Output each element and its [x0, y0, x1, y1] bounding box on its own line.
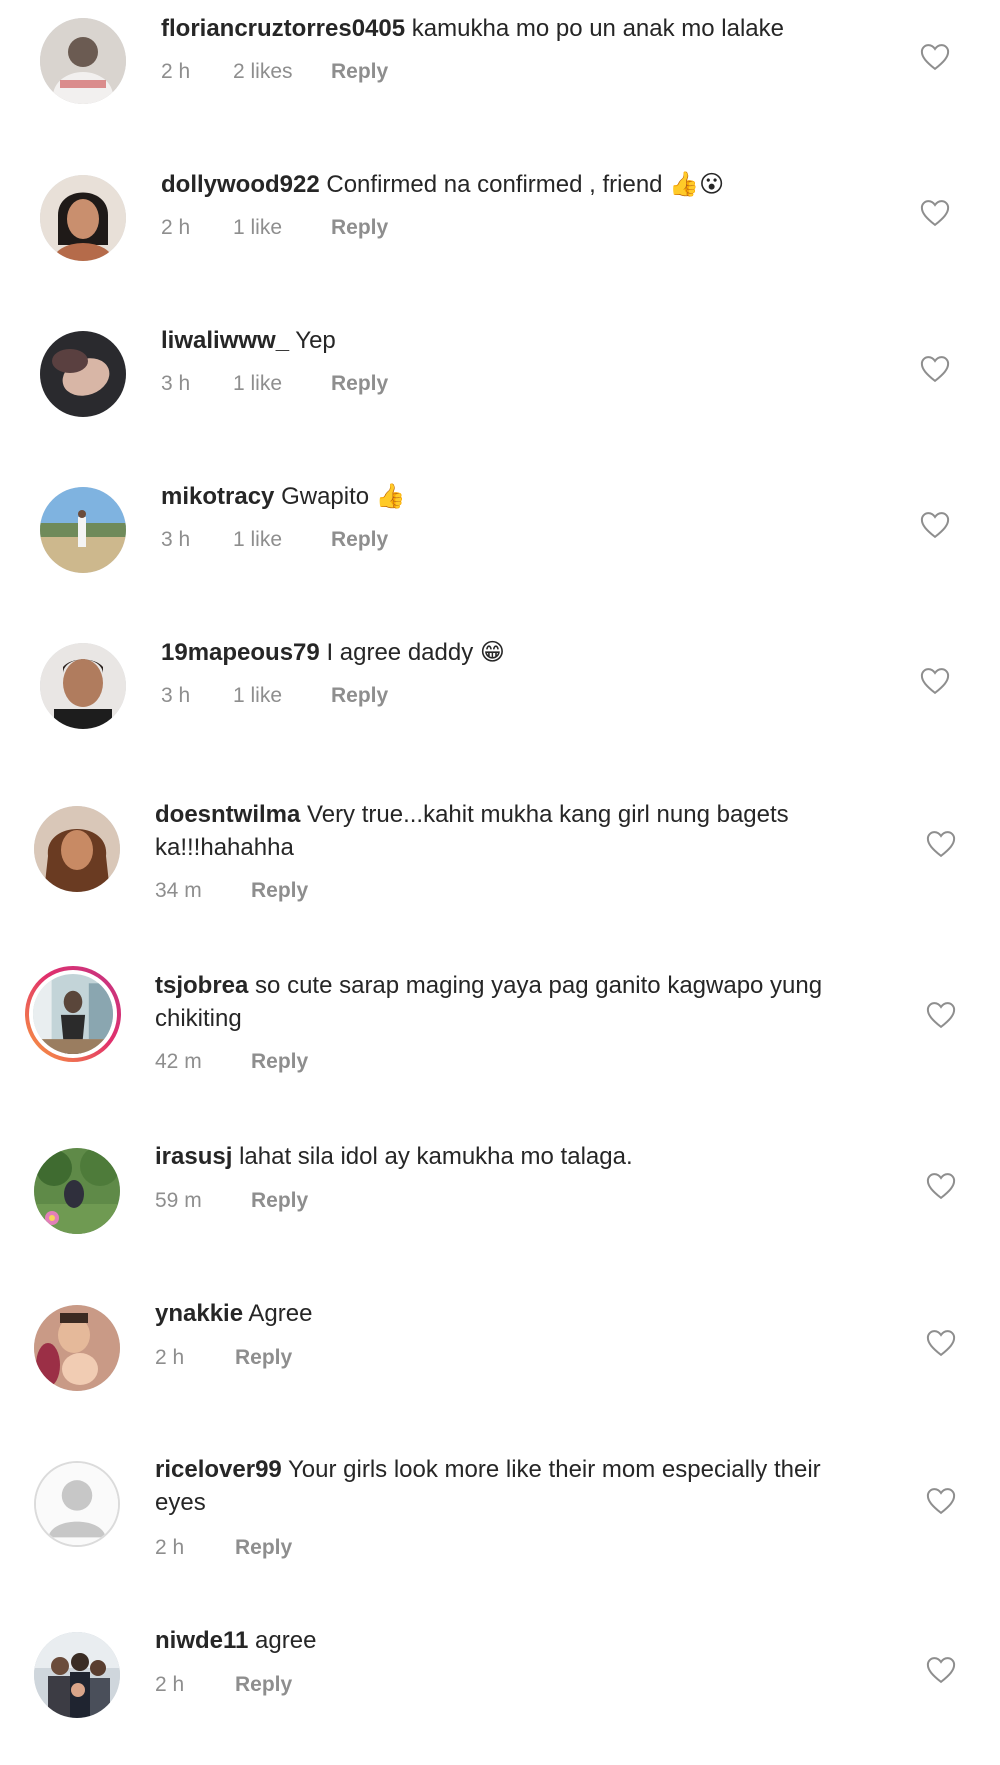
- comment-body: Confirmed na confirmed , friend: [326, 171, 663, 198]
- comment-text: ricelover99 Your girls look more like th…: [155, 1453, 875, 1519]
- comment-text: irasusj lahat sila idol ay kamukha mo ta…: [155, 1140, 875, 1173]
- avatar[interactable]: [34, 1148, 120, 1234]
- comment-emoji: 👍: [375, 482, 406, 510]
- heart-icon[interactable]: [920, 511, 950, 539]
- comment-time: 2 h: [155, 1346, 185, 1369]
- comment-text: ynakkie Agree: [155, 1297, 875, 1330]
- comment-time: 3 h: [161, 528, 191, 551]
- comment-username[interactable]: mikotracy: [161, 483, 274, 510]
- comment-text: niwde11 agree: [155, 1624, 875, 1657]
- heart-icon[interactable]: [926, 1329, 956, 1357]
- comment-meta: 2 h 1 like Reply: [161, 216, 388, 240]
- comment-username[interactable]: niwde11: [155, 1627, 248, 1654]
- comment-body: so cute sarap maging yaya pag ganito kag…: [155, 972, 823, 1032]
- comment-text: tsjobrea so cute sarap maging yaya pag g…: [155, 969, 875, 1035]
- comment-body: Yep: [295, 327, 336, 354]
- comment-time: 3 h: [161, 684, 191, 707]
- comment-text: 19mapeous79 I agree daddy 😁: [161, 636, 881, 669]
- comment-time: 59 m: [155, 1189, 202, 1212]
- comment-meta: 59 m Reply: [155, 1189, 308, 1213]
- comment-time: 42 m: [155, 1050, 202, 1073]
- reply-button[interactable]: Reply: [331, 528, 388, 552]
- comment-text: floriancruztorres0405 kamukha mo po un a…: [161, 12, 881, 45]
- comment-username[interactable]: 19mapeous79: [161, 639, 320, 666]
- avatar[interactable]: [40, 331, 126, 417]
- reply-button[interactable]: Reply: [331, 216, 388, 240]
- comment-meta: 2 h Reply: [155, 1673, 292, 1697]
- default-avatar-icon[interactable]: [34, 1461, 120, 1547]
- heart-icon[interactable]: [920, 43, 950, 71]
- comment-text: mikotracy Gwapito 👍: [161, 480, 881, 513]
- comment-username[interactable]: doesntwilma: [155, 801, 300, 828]
- avatar[interactable]: [40, 18, 126, 104]
- heart-icon[interactable]: [926, 1172, 956, 1200]
- comment-meta: 3 h 1 like Reply: [161, 528, 388, 552]
- avatar: [29, 970, 117, 1058]
- comment-body: Agree: [248, 1300, 313, 1327]
- avatar[interactable]: [34, 1305, 120, 1391]
- heart-icon[interactable]: [926, 830, 956, 858]
- comment-body: agree: [255, 1627, 317, 1654]
- reply-button[interactable]: Reply: [251, 1050, 308, 1074]
- heart-icon[interactable]: [926, 1001, 956, 1029]
- reply-button[interactable]: Reply: [235, 1673, 292, 1697]
- comment-time: 2 h: [155, 1673, 185, 1696]
- comment-username[interactable]: floriancruztorres0405: [161, 15, 405, 42]
- comment-meta: 3 h 1 like Reply: [161, 684, 388, 708]
- comment-username[interactable]: tsjobrea: [155, 972, 248, 999]
- comment-meta: 34 m Reply: [155, 879, 308, 903]
- comment-time: 2 h: [161, 216, 191, 239]
- comment-emoji: 👍😮: [669, 170, 725, 198]
- avatar[interactable]: [40, 175, 126, 261]
- comment-time: 34 m: [155, 879, 202, 902]
- reply-button[interactable]: Reply: [235, 1346, 292, 1370]
- reply-button[interactable]: Reply: [331, 684, 388, 708]
- comment-likes[interactable]: 1 like: [233, 372, 331, 396]
- comment-username[interactable]: liwaliwww_: [161, 327, 289, 354]
- comment-likes[interactable]: 1 like: [233, 216, 331, 240]
- comment-meta: 42 m Reply: [155, 1050, 308, 1074]
- comment-emoji: 😁: [479, 638, 505, 666]
- comment-body: Gwapito: [281, 483, 370, 510]
- story-ring-avatar[interactable]: [25, 966, 121, 1062]
- comment-time: 3 h: [161, 372, 191, 395]
- heart-icon[interactable]: [926, 1487, 956, 1515]
- comment-text: dollywood922 Confirmed na confirmed , fr…: [161, 168, 881, 201]
- heart-icon[interactable]: [920, 667, 950, 695]
- comment-username[interactable]: irasusj: [155, 1143, 232, 1170]
- comment-username[interactable]: ricelover99: [155, 1456, 282, 1483]
- comment-likes[interactable]: 1 like: [233, 684, 331, 708]
- avatar[interactable]: [34, 1632, 120, 1718]
- reply-button[interactable]: Reply: [251, 1189, 308, 1213]
- comment-meta: 3 h 1 like Reply: [161, 372, 388, 396]
- comment-username[interactable]: dollywood922: [161, 171, 320, 198]
- comment-time: 2 h: [161, 60, 191, 83]
- comment-meta: 2 h Reply: [155, 1536, 292, 1560]
- comment-body: I agree daddy: [326, 639, 474, 666]
- comment-text: doesntwilma Very true...kahit mukha kang…: [155, 798, 875, 864]
- reply-button[interactable]: Reply: [331, 372, 388, 396]
- avatar[interactable]: [40, 487, 126, 573]
- comment-time: 2 h: [155, 1536, 185, 1559]
- comment-likes[interactable]: 1 like: [233, 528, 331, 552]
- avatar[interactable]: [40, 643, 126, 729]
- avatar[interactable]: [34, 806, 120, 892]
- heart-icon[interactable]: [920, 199, 950, 227]
- comment-body: kamukha mo po un anak mo lalake: [411, 15, 784, 42]
- heart-icon[interactable]: [920, 355, 950, 383]
- comment-text: liwaliwww_ Yep: [161, 324, 881, 357]
- reply-button[interactable]: Reply: [235, 1536, 292, 1560]
- reply-button[interactable]: Reply: [251, 879, 308, 903]
- comment-username[interactable]: ynakkie: [155, 1300, 243, 1327]
- comment-meta: 2 h Reply: [155, 1346, 292, 1370]
- comment-body: lahat sila idol ay kamukha mo talaga.: [239, 1143, 633, 1170]
- comment-meta: 2 h 2 likes Reply: [161, 60, 388, 84]
- reply-button[interactable]: Reply: [331, 60, 388, 84]
- heart-icon[interactable]: [926, 1656, 956, 1684]
- comment-likes[interactable]: 2 likes: [233, 60, 331, 84]
